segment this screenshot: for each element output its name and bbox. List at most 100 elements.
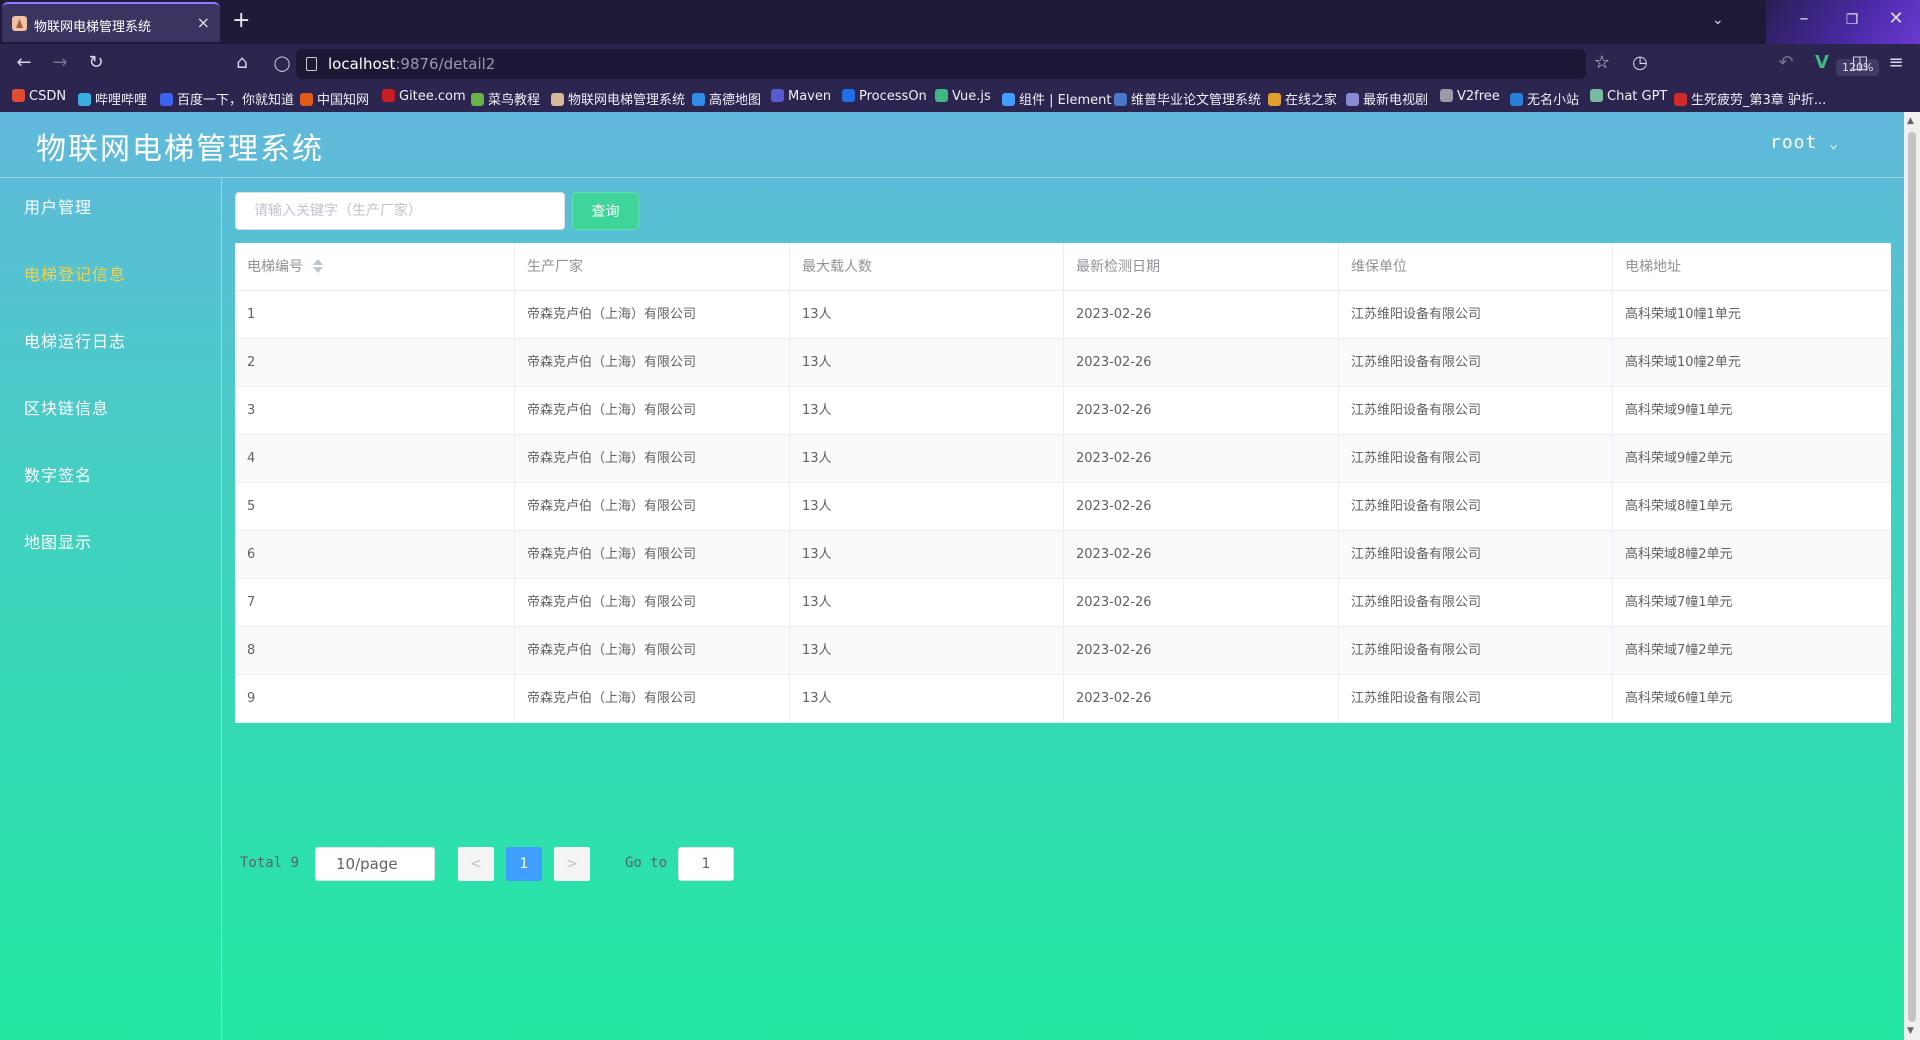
table-row[interactable]: 4 帝森克卢伯（上海）有限公司 13人 2023-02-26 江苏维阳设备有限公司 高科荣… bbox=[235, 435, 1891, 483]
table-row[interactable]: 2 帝森克卢伯（上海）有限公司 13人 2023-02-26 江苏维阳设备有限公司 高科荣… bbox=[235, 339, 1891, 387]
forward-icon[interactable]: → bbox=[48, 53, 72, 73]
bookmark-item[interactable]: ProcessOn bbox=[842, 89, 927, 104]
list-tabs-chevron-icon[interactable]: ⌄ bbox=[1712, 12, 1724, 28]
table-cell: 3 bbox=[235, 387, 515, 435]
table-row[interactable]: 1 帝森克卢伯（上海）有限公司 13人 2023-02-26 江苏维阳设备有限公司 高科荣… bbox=[235, 291, 1891, 339]
sidebar-item[interactable]: 电梯登记信息 bbox=[24, 261, 126, 285]
menu-icon[interactable]: ≡ bbox=[1884, 53, 1908, 73]
app-title: 物联网电梯管理系统 bbox=[36, 132, 324, 167]
column-header-label: 维保单位 bbox=[1351, 259, 1407, 275]
bookmark-favicon-icon bbox=[160, 93, 173, 106]
page-number-current[interactable]: 1 bbox=[506, 847, 542, 881]
close-window-icon[interactable]: ✕ bbox=[1876, 8, 1916, 29]
bookmark-favicon-icon bbox=[382, 89, 395, 102]
sidebar-item[interactable]: 区块链信息 bbox=[24, 395, 109, 419]
bookmark-label: Gitee.com bbox=[399, 89, 466, 104]
bookmark-label: 在线之家 bbox=[1285, 93, 1338, 108]
sort-icon[interactable] bbox=[313, 258, 323, 274]
table-cell: 帝森克卢伯（上海）有限公司 bbox=[515, 483, 790, 531]
goto-page-input[interactable]: 1 bbox=[678, 847, 734, 881]
sidebar-item[interactable]: 数字签名 bbox=[24, 462, 92, 486]
bookmark-item[interactable]: 维普毕业论文管理系统 bbox=[1114, 89, 1261, 108]
table-cell: 帝森克卢伯（上海）有限公司 bbox=[515, 627, 790, 675]
table-row[interactable]: 7 帝森克卢伯（上海）有限公司 13人 2023-02-26 江苏维阳设备有限公司 高科荣… bbox=[235, 579, 1891, 627]
bookmark-item[interactable]: 百度一下，你就知道 bbox=[160, 89, 294, 108]
bookmark-item[interactable]: Maven bbox=[771, 89, 831, 104]
bookmark-item[interactable]: Chat GPT bbox=[1590, 89, 1667, 104]
bookmark-item[interactable]: 菜鸟教程 bbox=[471, 89, 540, 108]
bookmark-item[interactable]: 无名小站 bbox=[1510, 89, 1579, 108]
reload-icon[interactable]: ↻ bbox=[84, 53, 108, 73]
table-row[interactable]: 5 帝森克卢伯（上海）有限公司 13人 2023-02-26 江苏维阳设备有限公司 高科荣… bbox=[235, 483, 1891, 531]
table-cell: 13人 bbox=[790, 435, 1064, 483]
table-cell: 帝森克卢伯（上海）有限公司 bbox=[515, 675, 790, 723]
page-scrollbar[interactable]: ▲ ▼ bbox=[1904, 112, 1920, 1040]
table-cell: 13人 bbox=[790, 483, 1064, 531]
extensions-icon[interactable]: ◫ bbox=[1848, 53, 1872, 73]
next-page-button[interactable]: > bbox=[554, 847, 590, 881]
restore-icon[interactable]: ❐ bbox=[1832, 12, 1872, 28]
column-header: 生产厂家 bbox=[515, 243, 790, 291]
bookmark-item[interactable]: 哔哩哔哩 bbox=[78, 89, 147, 108]
scroll-up-icon[interactable]: ▲ bbox=[1907, 116, 1914, 126]
bookmark-favicon-icon bbox=[551, 93, 564, 106]
search-button[interactable]: 查询 bbox=[572, 192, 639, 230]
bookmark-item[interactable]: V2free bbox=[1440, 89, 1500, 104]
table-cell: 帝森克卢伯（上海）有限公司 bbox=[515, 531, 790, 579]
bookmark-star-icon[interactable]: ☆ bbox=[1590, 53, 1614, 73]
sidebar-item[interactable]: 地图显示 bbox=[24, 529, 92, 553]
sidebar-item[interactable]: 用户管理 bbox=[24, 194, 92, 218]
table-cell: 2023-02-26 bbox=[1064, 339, 1339, 387]
bookmark-item[interactable]: 中国知网 bbox=[300, 89, 369, 108]
bookmark-item[interactable]: CSDN bbox=[12, 89, 66, 104]
scrollbar-thumb[interactable] bbox=[1908, 132, 1916, 1022]
bookmark-item[interactable]: 在线之家 bbox=[1268, 89, 1337, 108]
home-icon[interactable]: ⌂ bbox=[230, 53, 254, 73]
table-cell: 帝森克卢伯（上海）有限公司 bbox=[515, 579, 790, 627]
table-cell: 2023-02-26 bbox=[1064, 483, 1339, 531]
user-menu[interactable]: root ⌄ bbox=[1770, 132, 1839, 153]
bookmark-item[interactable]: 物联网电梯管理系统 bbox=[551, 89, 685, 108]
history-icon[interactable]: ◷ bbox=[1628, 53, 1652, 73]
table-cell: 高科荣域7幢1单元 bbox=[1625, 595, 1733, 610]
minimize-icon[interactable]: – bbox=[1784, 8, 1824, 29]
column-header-label: 生产厂家 bbox=[527, 259, 583, 275]
bookmark-item[interactable]: 生死疲劳_第3章 驴折... bbox=[1674, 89, 1826, 108]
bookmark-item[interactable]: Vue.js bbox=[935, 89, 991, 104]
scroll-down-icon[interactable]: ▼ bbox=[1907, 1026, 1914, 1036]
vue-devtools-icon[interactable]: V bbox=[1810, 53, 1834, 73]
table-row[interactable]: 9 帝森克卢伯（上海）有限公司 13人 2023-02-26 江苏维阳设备有限公司 高科荣… bbox=[235, 675, 1891, 723]
new-tab-icon[interactable]: + bbox=[232, 8, 250, 34]
column-header-label: 最新检测日期 bbox=[1076, 259, 1160, 275]
page-size-select[interactable]: 10/page ⌄ bbox=[315, 847, 435, 881]
search-input[interactable] bbox=[235, 192, 565, 230]
bookmarks-bar: CSDN 哔哩哔哩 百度一下，你就知道 中国知网 Gitee.com 菜鸟教程 物联网电梯管… bbox=[0, 84, 1920, 112]
table-row[interactable]: 3 帝森克卢伯（上海）有限公司 13人 2023-02-26 江苏维阳设备有限公司 高科荣… bbox=[235, 387, 1891, 435]
bookmark-label: Vue.js bbox=[952, 89, 991, 104]
table-cell: 高科荣域10幢1单元 bbox=[1625, 307, 1741, 322]
column-header: 维保单位 bbox=[1339, 243, 1613, 291]
page-icon bbox=[306, 57, 317, 71]
address-bar[interactable]: localhost:9876/detail2 120% bbox=[296, 49, 1880, 79]
close-tab-icon[interactable]: × bbox=[197, 13, 210, 32]
bookmark-item[interactable]: 组件 | Element bbox=[1002, 89, 1111, 108]
table-cell: 江苏维阳设备有限公司 bbox=[1339, 435, 1613, 483]
undo-icon[interactable]: ↶ bbox=[1774, 53, 1798, 73]
bookmark-item[interactable]: 高德地图 bbox=[692, 89, 761, 108]
bookmark-item[interactable]: Gitee.com bbox=[382, 89, 466, 104]
prev-page-button[interactable]: < bbox=[458, 847, 494, 881]
table-cell: 帝森克卢伯（上海）有限公司 bbox=[515, 339, 790, 387]
browser-tab[interactable]: 物联网电梯管理系统 × bbox=[2, 2, 220, 42]
table-cell: 13人 bbox=[790, 339, 1064, 387]
url-text: localhost:9876/detail2 bbox=[328, 55, 496, 73]
table-row[interactable]: 6 帝森克卢伯（上海）有限公司 13人 2023-02-26 江苏维阳设备有限公司 高科荣… bbox=[235, 531, 1891, 579]
bookmark-label: 中国知网 bbox=[317, 93, 370, 108]
chevron-down-icon: ⌄ bbox=[1829, 136, 1839, 152]
column-header[interactable]: 电梯编号 bbox=[235, 243, 515, 291]
bookmark-item[interactable]: 最新电视剧 bbox=[1346, 89, 1428, 108]
column-header-label: 电梯地址 bbox=[1625, 259, 1681, 275]
sidebar-item[interactable]: 电梯运行日志 bbox=[24, 328, 126, 352]
shield-icon[interactable]: ◯ bbox=[270, 53, 294, 73]
back-icon[interactable]: ← bbox=[12, 53, 36, 73]
table-row[interactable]: 8 帝森克卢伯（上海）有限公司 13人 2023-02-26 江苏维阳设备有限公司 高科荣… bbox=[235, 627, 1891, 675]
